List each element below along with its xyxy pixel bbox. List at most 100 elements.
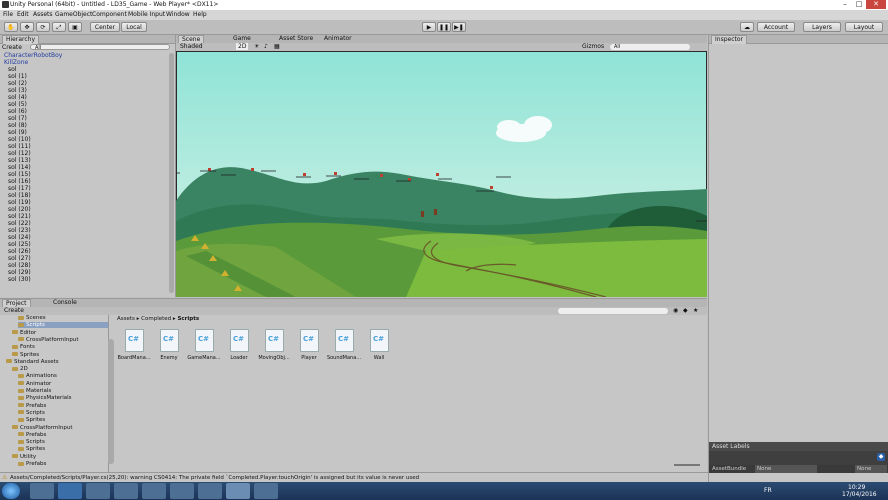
folder-tree-item[interactable]: PhysicsMaterials (18, 395, 72, 401)
tab-game[interactable]: Game (230, 35, 254, 43)
hierarchy-item[interactable]: sol (20) (8, 206, 31, 213)
hierarchy-item[interactable]: sol (17) (8, 185, 31, 192)
minimize-button[interactable]: – (838, 0, 852, 9)
menu-help[interactable]: Help (193, 11, 207, 18)
scene-viewport[interactable] (176, 51, 707, 297)
taskbar-ie-icon[interactable] (58, 483, 82, 499)
hierarchy-item[interactable]: sol (1) (8, 73, 27, 80)
taskbar-explorer-icon[interactable] (30, 483, 54, 499)
hierarchy-item[interactable]: sol (7) (8, 115, 27, 122)
hierarchy-item[interactable]: sol (29) (8, 269, 31, 276)
taskbar-firefox-icon[interactable] (142, 483, 166, 499)
icon-size-slider[interactable] (674, 464, 700, 466)
menu-mobile-input[interactable]: Mobile Input (128, 11, 165, 18)
hierarchy-item[interactable]: sol (4) (8, 94, 27, 101)
folder-tree-item[interactable]: Sprites (18, 417, 45, 423)
hand-tool-button[interactable]: ✋ (4, 22, 18, 32)
status-message[interactable]: Assets/Completed/Scripts/Player.cs(25,20… (10, 475, 419, 481)
scale-tool-button[interactable]: ⤢ (52, 22, 66, 32)
clock-time[interactable]: 10:29 (848, 484, 865, 491)
hierarchy-item[interactable]: sol (27) (8, 255, 31, 262)
script-asset[interactable]: C# Player (294, 329, 324, 363)
menu-assets[interactable]: Assets (33, 11, 53, 18)
taskbar-folder-icon[interactable] (86, 483, 110, 499)
folder-tree-item[interactable]: Prefabs (18, 403, 46, 409)
tab-hierarchy[interactable]: Hierarchy (2, 35, 40, 44)
tab-asset-store[interactable]: Asset Store (276, 35, 316, 43)
hierarchy-item[interactable]: sol (13) (8, 157, 31, 164)
folder-tree-item[interactable]: Scenes (18, 315, 46, 321)
filter-label-icon[interactable]: ◆ (683, 307, 688, 314)
clock-date[interactable]: 17/04/2016 (842, 491, 877, 498)
script-asset[interactable]: C# Wall (364, 329, 394, 363)
play-button[interactable]: ▶ (422, 22, 436, 32)
hierarchy-item[interactable]: sol (12) (8, 150, 31, 157)
rotate-tool-button[interactable]: ⟳ (36, 22, 50, 32)
hierarchy-item[interactable]: sol (28) (8, 262, 31, 269)
pivot-center-button[interactable]: Center (90, 22, 120, 32)
folder-tree-item[interactable]: Scripts (18, 322, 108, 329)
gizmos-dropdown[interactable]: Gizmos (582, 43, 604, 50)
hierarchy-item[interactable]: sol (25) (8, 241, 31, 248)
menu-window[interactable]: Window (166, 11, 190, 18)
taskbar-chrome-icon[interactable] (114, 483, 138, 499)
hierarchy-item[interactable]: sol (19) (8, 199, 31, 206)
folder-tree-item[interactable]: Sprites (12, 352, 39, 358)
hierarchy-item[interactable]: sol (18) (8, 192, 31, 199)
hierarchy-item[interactable]: sol (16) (8, 178, 31, 185)
script-asset[interactable]: C# Enemy (154, 329, 184, 363)
hierarchy-item[interactable]: sol (3) (8, 87, 27, 94)
script-asset[interactable]: C# MovingObj... (258, 329, 290, 363)
folder-tree-item[interactable]: Utility (12, 454, 36, 460)
folder-tree-item[interactable]: Prefabs (18, 432, 46, 438)
folder-tree-item[interactable]: CrossPlatformInput (18, 337, 79, 343)
tab-inspector[interactable]: Inspector (711, 35, 747, 44)
menu-file[interactable]: File (3, 11, 13, 18)
hierarchy-item[interactable]: sol (24) (8, 234, 31, 241)
tab-console[interactable]: Console (50, 299, 80, 307)
menu-component[interactable]: Component (92, 11, 127, 18)
folder-tree-item[interactable]: Sprites (18, 446, 45, 452)
script-asset[interactable]: C# Loader (224, 329, 254, 363)
hierarchy-item[interactable]: sol (9) (8, 129, 27, 136)
hierarchy-item[interactable]: sol (26) (8, 248, 31, 255)
folder-tree-item[interactable]: Scripts (18, 410, 45, 416)
asset-variant-dropdown[interactable]: None (855, 465, 887, 473)
filter-type-icon[interactable]: ◉ (673, 307, 678, 314)
hierarchy-item[interactable]: sol (15) (8, 171, 31, 178)
layout-dropdown[interactable]: Layout (845, 22, 883, 32)
taskbar-app-icon[interactable] (170, 483, 194, 499)
hierarchy-item[interactable]: sol (11) (8, 143, 31, 150)
folder-tree-item[interactable]: Standard Assets (6, 359, 59, 365)
folder-tree-item[interactable]: Prefabs (18, 461, 46, 467)
taskbar-unity-icon[interactable] (226, 483, 250, 499)
account-dropdown[interactable]: Account (757, 22, 795, 32)
rect-tool-button[interactable]: ▣ (68, 22, 82, 32)
tab-animator[interactable]: Animator (321, 35, 355, 43)
collab-cloud-icon[interactable]: ☁ (740, 22, 754, 32)
pivot-local-button[interactable]: Local (121, 22, 147, 32)
hierarchy-item[interactable]: sol (8) (8, 122, 27, 129)
hierarchy-item[interactable]: sol (23) (8, 227, 31, 234)
project-create-button[interactable]: Create (4, 307, 24, 314)
lighting-toggle-icon[interactable]: ☀ (254, 43, 259, 50)
hierarchy-item[interactable]: sol (6) (8, 108, 27, 115)
script-asset[interactable]: C# SoundMana... (327, 329, 361, 363)
move-tool-button[interactable]: ✥ (20, 22, 34, 32)
script-asset[interactable]: C# BoardMana... (117, 329, 151, 363)
script-asset[interactable]: C# GameMana... (187, 329, 221, 363)
taskbar-skype-icon[interactable] (198, 483, 222, 499)
project-search-input[interactable] (558, 308, 668, 314)
hierarchy-item[interactable]: CharacterRobotBoy (4, 52, 62, 59)
folder-tree-item[interactable]: Materials (18, 388, 51, 394)
favorite-star-icon[interactable]: ★ (693, 307, 698, 314)
breadcrumb-completed[interactable]: Completed (141, 316, 171, 322)
hierarchy-item[interactable]: sol (10) (8, 136, 31, 143)
hierarchy-scrollbar[interactable] (169, 53, 174, 293)
hierarchy-item[interactable]: sol (22) (8, 220, 31, 227)
taskbar-steam-icon[interactable] (254, 483, 278, 499)
shading-mode-dropdown[interactable]: Shaded (180, 43, 203, 50)
breadcrumb-scripts[interactable]: Scripts (177, 316, 199, 322)
pause-button[interactable]: ❚❚ (437, 22, 451, 32)
language-indicator[interactable]: FR (764, 487, 772, 494)
